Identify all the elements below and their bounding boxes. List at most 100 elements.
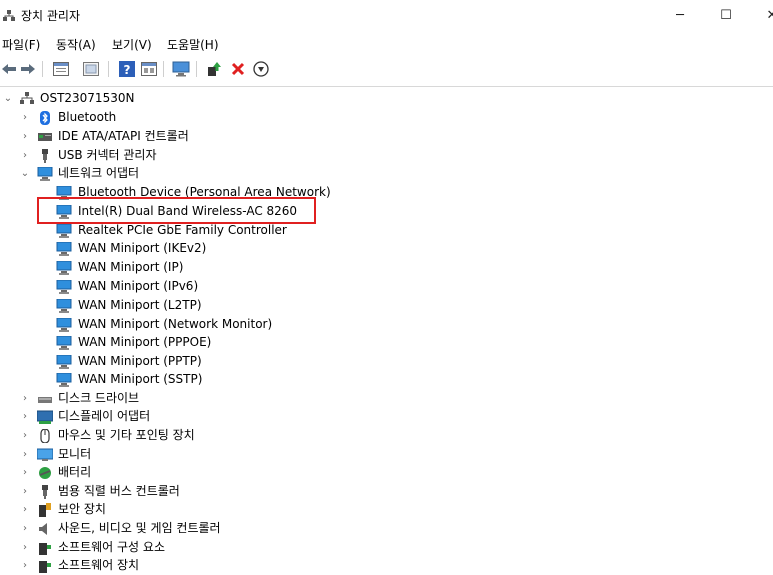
chevron-right-icon[interactable]: › — [19, 482, 31, 501]
menu-bar: 파일(F) 동작(A) 보기(V) 도움말(H) — [0, 35, 773, 55]
monitor-scan-icon[interactable] — [172, 60, 190, 78]
category-display-adapters[interactable]: › 디스플레이 어댑터 — [0, 407, 320, 426]
category-batteries[interactable]: › 배터리 — [0, 463, 320, 482]
minimize-button[interactable]: ─ — [668, 4, 692, 28]
chevron-right-icon[interactable]: › — [19, 127, 31, 146]
highlight-annotation — [37, 197, 316, 224]
category-software-devices[interactable]: › 소프트웨어 장치 — [0, 556, 320, 575]
software-component-icon — [39, 543, 51, 555]
chevron-right-icon[interactable]: › — [19, 500, 31, 519]
chevron-right-icon[interactable]: › — [19, 108, 31, 127]
help-icon[interactable]: ? — [118, 60, 136, 78]
category-label: 마우스 및 기타 포인팅 장치 — [58, 428, 195, 442]
toolbar: ? — [0, 58, 773, 80]
network-device-row[interactable]: WAN Miniport (IKEv2) — [0, 239, 320, 258]
menu-help[interactable]: 도움말(H) — [167, 36, 219, 53]
category-label: 모니터 — [58, 447, 92, 461]
tree-root[interactable]: ⌄ OST23071530N — [0, 89, 300, 108]
forward-arrow-icon[interactable] — [19, 60, 37, 78]
chevron-right-icon[interactable]: › — [19, 146, 31, 165]
category-software-components[interactable]: › 소프트웨어 구성 요소 — [0, 538, 320, 557]
network-device-row[interactable]: WAN Miniport (L2TP) — [0, 296, 320, 315]
security-device-icon — [39, 503, 51, 517]
uninstall-icon[interactable] — [229, 60, 247, 78]
category-usb-connector[interactable]: › USB 커넥터 관리자 — [0, 146, 300, 165]
chevron-right-icon[interactable]: › — [19, 389, 31, 408]
category-sound-video[interactable]: › 사운드, 비디오 및 게임 컨트롤러 — [0, 519, 320, 538]
toolbar-divider — [0, 86, 773, 87]
chevron-right-icon[interactable]: › — [19, 445, 31, 464]
network-device-row[interactable]: WAN Miniport (PPPOE) — [0, 333, 320, 352]
network-adapter-icon — [56, 224, 72, 238]
category-label: 보안 장치 — [58, 502, 106, 516]
menu-view[interactable]: 보기(V) — [112, 36, 152, 53]
monitor-icon — [37, 448, 53, 461]
update-driver-icon[interactable] — [205, 60, 223, 78]
category-disk-drives[interactable]: › 디스크 드라이브 — [0, 389, 320, 408]
category-mice[interactable]: › 마우스 및 기타 포인팅 장치 — [0, 426, 320, 445]
category-label: 범용 직렬 버스 컨트롤러 — [58, 484, 180, 498]
network-adapter-icon — [56, 242, 72, 256]
speaker-icon — [39, 523, 47, 535]
software-device-icon — [39, 561, 51, 573]
computer-icon — [20, 92, 34, 104]
network-device-row[interactable]: WAN Miniport (SSTP) — [0, 370, 320, 389]
menu-file[interactable]: 파일(F) — [2, 36, 40, 53]
network-adapter-icon — [56, 318, 72, 332]
category-label: 네트워크 어댑터 — [58, 166, 140, 180]
display-adapter-icon — [37, 410, 53, 424]
category-label: 디스크 드라이브 — [58, 391, 140, 405]
device-label: WAN Miniport (L2TP) — [78, 298, 202, 312]
network-adapter-icon — [56, 373, 72, 387]
maximize-button[interactable]: ☐ — [714, 4, 738, 28]
device-list-icon[interactable] — [82, 60, 100, 78]
network-adapter-icon — [56, 280, 72, 294]
chevron-right-icon[interactable]: › — [19, 556, 31, 575]
usb-icon — [42, 149, 48, 163]
device-label: WAN Miniport (IKEv2) — [78, 241, 207, 255]
category-label: Bluetooth — [58, 110, 117, 124]
network-adapter-icon — [56, 355, 72, 369]
chevron-right-icon[interactable]: › — [19, 407, 31, 426]
device-label: WAN Miniport (IPv6) — [78, 279, 199, 293]
device-label: WAN Miniport (SSTP) — [78, 372, 203, 386]
network-device-row[interactable]: WAN Miniport (Network Monitor) — [0, 315, 320, 334]
category-ide[interactable]: › IDE ATA/ATAPI 컨트롤러 — [0, 127, 300, 146]
category-security-devices[interactable]: › 보안 장치 — [0, 500, 320, 519]
svg-text:?: ? — [124, 63, 131, 77]
properties-icon[interactable] — [52, 60, 70, 78]
chevron-down-icon[interactable]: ⌄ — [19, 164, 31, 183]
close-button[interactable]: ✕ — [760, 4, 773, 28]
chevron-right-icon[interactable]: › — [19, 426, 31, 445]
computer-name: OST23071530N — [40, 91, 135, 105]
chevron-right-icon[interactable]: › — [19, 463, 31, 482]
category-label: 배터리 — [58, 465, 92, 479]
category-label: 사운드, 비디오 및 게임 컨트롤러 — [58, 521, 221, 535]
device-manager-icon — [3, 10, 15, 21]
disable-device-icon[interactable] — [252, 60, 270, 78]
category-network-adapters[interactable]: ⌄ 네트워크 어댑터 — [0, 164, 300, 183]
chevron-down-icon[interactable]: ⌄ — [2, 89, 14, 108]
chevron-right-icon[interactable]: › — [19, 519, 31, 538]
usb-controller-icon — [42, 485, 48, 499]
view-icon[interactable] — [140, 60, 158, 78]
category-label: 디스플레이 어댑터 — [58, 409, 151, 423]
back-arrow-icon[interactable] — [0, 60, 18, 78]
category-usb-controllers[interactable]: › 범용 직렬 버스 컨트롤러 — [0, 482, 320, 501]
network-adapter-icon — [37, 167, 53, 181]
chevron-right-icon[interactable]: › — [19, 538, 31, 557]
network-device-row[interactable]: WAN Miniport (IPv6) — [0, 277, 320, 296]
network-device-row[interactable]: WAN Miniport (IP) — [0, 258, 320, 277]
network-adapter-icon — [56, 299, 72, 313]
category-label: USB 커넥터 관리자 — [58, 148, 157, 162]
network-adapter-icon — [56, 261, 72, 275]
device-label: WAN Miniport (PPTP) — [78, 354, 202, 368]
window-title: 장치 관리자 — [21, 9, 81, 23]
disk-drive-icon — [38, 397, 52, 403]
category-monitors[interactable]: › 모니터 — [0, 445, 320, 464]
category-label: 소프트웨어 구성 요소 — [58, 540, 165, 554]
menu-action[interactable]: 동작(A) — [56, 36, 96, 53]
category-label: 소프트웨어 장치 — [58, 558, 140, 572]
network-device-row[interactable]: WAN Miniport (PPTP) — [0, 352, 320, 371]
category-bluetooth[interactable]: › Bluetooth — [0, 108, 300, 127]
